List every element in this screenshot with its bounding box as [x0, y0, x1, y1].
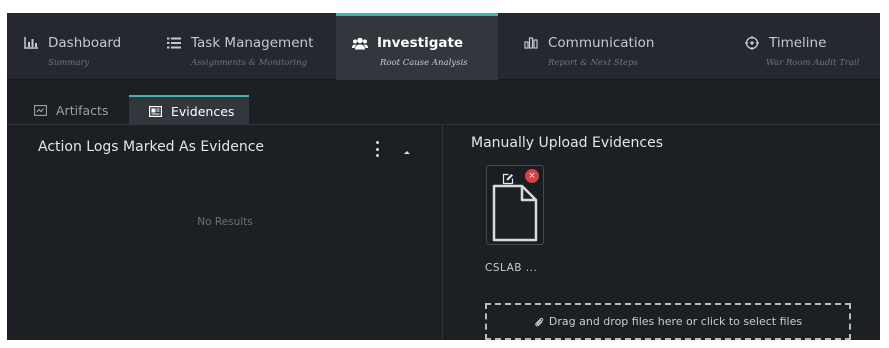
upload-evidences-panel: Manually Upload Evidences × CSLAB ... Dr… — [444, 125, 880, 340]
tab-dashboard[interactable]: Dashboard Summary — [7, 13, 150, 80]
upload-evidences-title: Manually Upload Evidences — [471, 135, 664, 151]
tab-investigate[interactable]: Investigate Root Cause Analysis — [336, 13, 498, 80]
app-window: Dashboard Summary Task Management Assign… — [7, 13, 880, 340]
tab-investigate-label: Investigate — [377, 35, 464, 51]
tab-communication-label: Communication — [548, 35, 655, 51]
tab-timeline-subtitle: War Room Audit Trail — [766, 58, 860, 68]
document-icon — [490, 184, 540, 242]
bar-chart-icon — [23, 36, 39, 50]
evidence-file-name: CSLAB ... — [485, 262, 538, 274]
tab-timeline[interactable]: Timeline War Room Audit Trail — [728, 13, 880, 80]
artifact-icon — [34, 104, 47, 116]
users-icon — [352, 36, 368, 50]
tab-evidences-label: Evidences — [171, 103, 235, 119]
kebab-menu-icon[interactable] — [374, 141, 380, 157]
action-logs-panel: Action Logs Marked As Evidence No Result… — [7, 125, 443, 340]
tab-dashboard-subtitle: Summary — [48, 58, 90, 68]
tab-task-management-subtitle: Assignments & Monitoring — [191, 58, 308, 68]
paperclip-icon — [534, 316, 544, 328]
tab-dashboard-label: Dashboard — [48, 35, 122, 51]
chevron-up-icon[interactable] — [400, 143, 414, 155]
tab-task-management-label: Task Management — [191, 35, 314, 51]
dropzone-label: Drag and drop files here or click to sel… — [548, 315, 803, 328]
tab-artifacts-label: Artifacts — [56, 102, 109, 118]
target-icon — [744, 36, 760, 50]
column-chart-icon — [523, 36, 539, 50]
evidence-file-card[interactable]: × — [486, 165, 544, 245]
sub-tab-bar: Artifacts Evidences — [7, 80, 880, 125]
tab-artifacts[interactable]: Artifacts — [20, 95, 129, 125]
tab-communication-subtitle: Report & Next Steps — [548, 58, 638, 68]
tab-investigate-subtitle: Root Cause Analysis — [380, 58, 468, 68]
no-results-text: No Results — [197, 216, 253, 228]
tab-task-management[interactable]: Task Management Assignments & Monitoring — [150, 13, 336, 80]
tab-communication[interactable]: Communication Report & Next Steps — [507, 13, 675, 80]
top-navigation: Dashboard Summary Task Management Assign… — [7, 13, 880, 80]
tab-evidences[interactable]: Evidences — [129, 95, 249, 125]
delete-icon[interactable]: × — [525, 169, 539, 183]
evidence-icon — [149, 105, 162, 117]
action-logs-title: Action Logs Marked As Evidence — [38, 139, 265, 155]
file-dropzone[interactable]: Drag and drop files here or click to sel… — [485, 303, 851, 340]
list-icon — [166, 36, 182, 50]
tab-timeline-label: Timeline — [769, 35, 827, 51]
edit-icon[interactable] — [502, 170, 514, 185]
